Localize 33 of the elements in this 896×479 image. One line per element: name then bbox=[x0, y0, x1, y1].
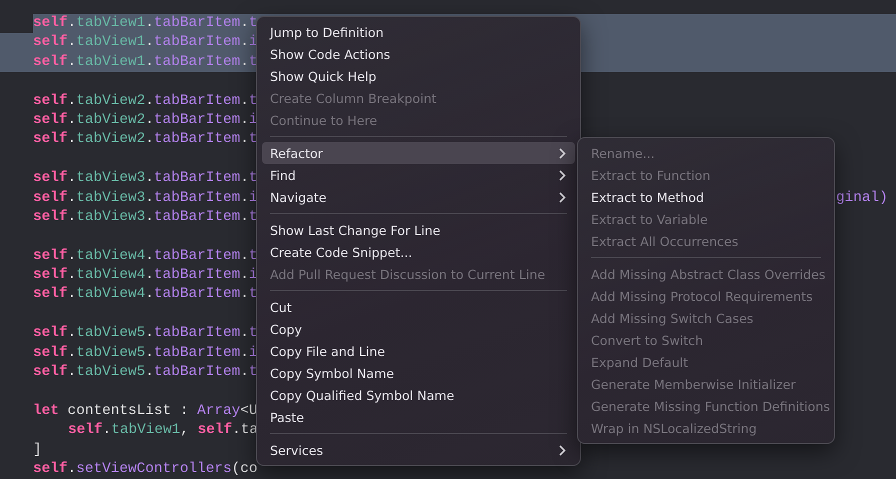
code-line: self.tabView3.tabBarItem.t bbox=[33, 169, 258, 188]
code-line: self.tabView4.tabBarItem.t bbox=[33, 246, 258, 266]
menu-item[interactable]: Create Code Snippet... bbox=[262, 241, 575, 263]
chevron-right-icon bbox=[559, 192, 566, 202]
code-line: self.setViewControllers(co bbox=[33, 460, 258, 479]
menu-item[interactable]: Show Quick Help bbox=[262, 65, 575, 87]
code-line: self.tabView2.tabBarItem.t bbox=[33, 92, 258, 111]
menu-item[interactable]: Extract to Method bbox=[583, 186, 829, 208]
code-line: self.tabView5.tabBarItem.t bbox=[33, 363, 258, 382]
menu-item[interactable]: Copy bbox=[262, 318, 575, 340]
menu-item[interactable]: Find bbox=[262, 164, 575, 186]
code-line: self.tabView4.tabBarItem.t bbox=[33, 285, 258, 304]
menu-item[interactable]: Cut bbox=[262, 296, 575, 318]
code-line: self.tabView1.tabBarItem.t bbox=[33, 52, 258, 72]
menu-item[interactable]: Copy Symbol Name bbox=[262, 362, 575, 384]
menu-item[interactable]: Show Last Change For Line bbox=[262, 219, 575, 241]
chevron-right-icon bbox=[559, 170, 566, 180]
chevron-right-icon bbox=[559, 148, 566, 158]
menu-item[interactable]: Copy File and Line bbox=[262, 340, 575, 362]
menu-item[interactable]: Services bbox=[262, 439, 575, 461]
chevron-right-icon bbox=[559, 444, 566, 456]
code-line: ] bbox=[33, 440, 42, 460]
menu-item[interactable]: Show Code Actions bbox=[262, 43, 575, 65]
code-line: self.tabView1.tabBarItem.t bbox=[33, 14, 258, 33]
code-line: self.tabView2.tabBarItem.t bbox=[33, 130, 258, 150]
menu-item[interactable]: Navigate bbox=[262, 186, 575, 208]
menu-item[interactable]: Paste bbox=[262, 406, 575, 428]
menu-item[interactable]: Jump to Definition bbox=[262, 21, 575, 43]
code-fragment: ginal) bbox=[836, 188, 888, 208]
menu-item[interactable]: Copy Qualified Symbol Name bbox=[262, 384, 575, 406]
code-line: self.tabView5.tabBarItem.t bbox=[33, 324, 258, 344]
menu-item[interactable]: Refactor bbox=[262, 142, 575, 164]
code-line: self.tabView3.tabBarItem.t bbox=[33, 208, 258, 227]
